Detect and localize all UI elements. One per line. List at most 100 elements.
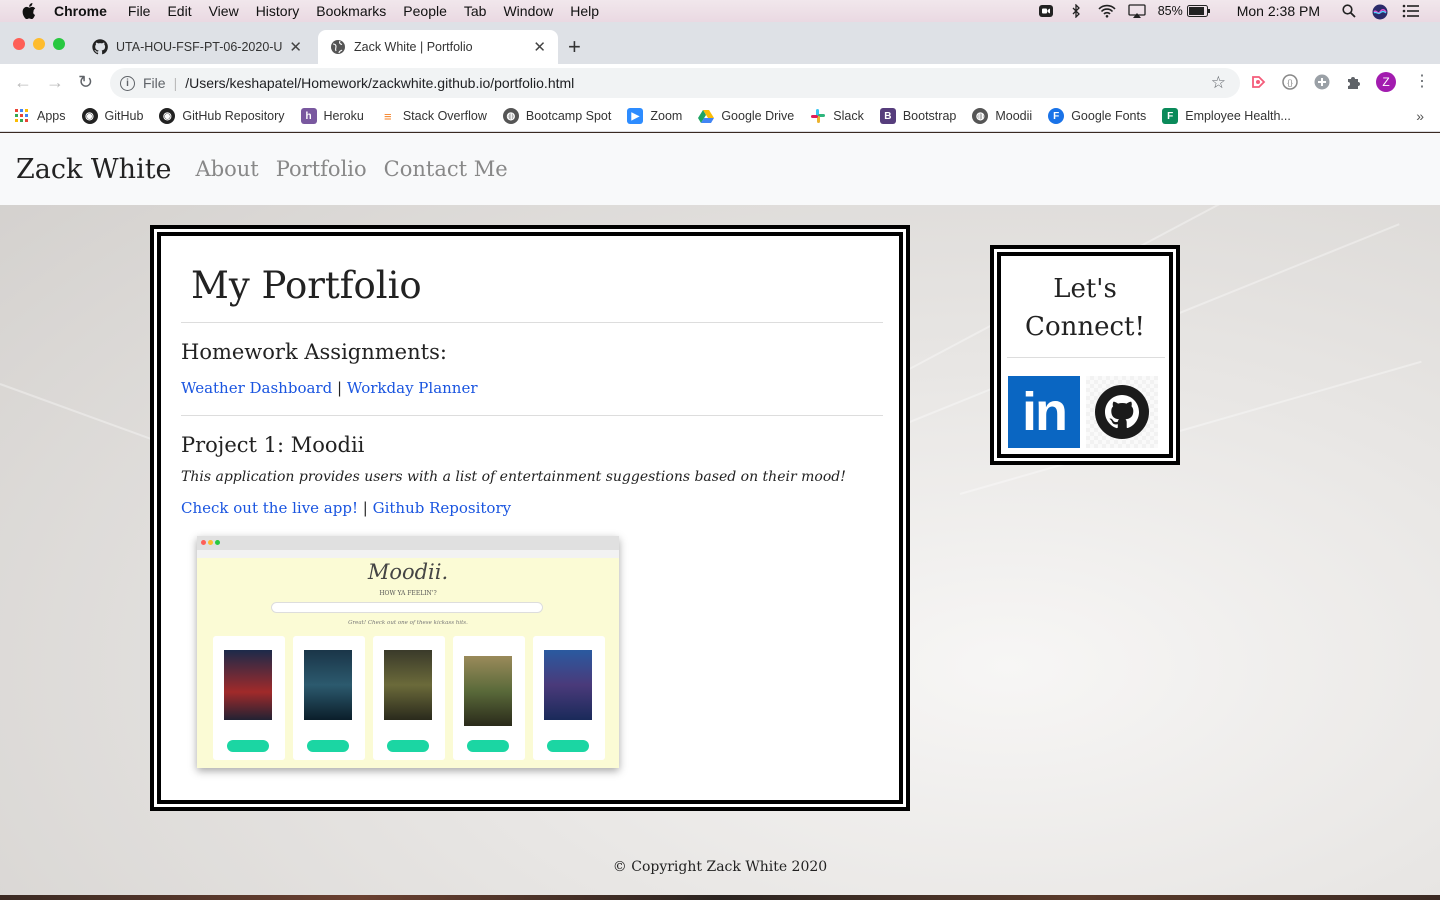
- movie-poster: [304, 650, 352, 720]
- bookmark-bootstrap[interactable]: B Bootstrap: [879, 108, 956, 124]
- globe-icon: [330, 39, 346, 55]
- tab-active[interactable]: Zack White | Portfolio ✕: [318, 30, 558, 64]
- bookmark-employee-health[interactable]: F Employee Health...: [1162, 108, 1291, 124]
- bookmark-moodii[interactable]: ◍ Moodii: [972, 108, 1032, 124]
- bookmark-apps[interactable]: Apps: [14, 108, 66, 124]
- bookmark-label: Google Fonts: [1071, 109, 1147, 123]
- svg-text:{}: {}: [1287, 79, 1293, 88]
- chrome-menu-icon[interactable]: ⋮: [1414, 71, 1430, 91]
- connect-card: Let's Connect! in: [997, 252, 1173, 458]
- profile-avatar[interactable]: Z: [1376, 72, 1396, 92]
- bookmark-label: GitHub Repository: [182, 109, 285, 123]
- menu-history[interactable]: History: [256, 3, 300, 19]
- github-icon: [92, 39, 108, 55]
- extension-puzzle-grey-icon[interactable]: [1313, 73, 1331, 91]
- bookmark-zoom[interactable]: ▶ Zoom: [627, 108, 682, 124]
- divider: [181, 322, 883, 323]
- wifi-icon[interactable]: [1098, 4, 1116, 18]
- moodii-screenshot[interactable]: Moodii. HOW YA FEELIN'? Great! Check out…: [197, 536, 619, 768]
- window-close-button[interactable]: [13, 38, 25, 50]
- tab-close-icon[interactable]: ✕: [289, 38, 302, 56]
- linkedin-icon[interactable]: in: [1008, 376, 1080, 448]
- battery-percent: 85%: [1157, 4, 1183, 18]
- window-zoom-button[interactable]: [53, 38, 65, 50]
- bookmarks-bar: Apps ◉ GitHub ◉ GitHub Repository h Hero…: [0, 101, 1440, 132]
- battery-icon[interactable]: [1186, 4, 1211, 18]
- extension-circle-icon[interactable]: {}: [1281, 73, 1299, 91]
- movie-button: [307, 740, 349, 752]
- globe-icon: ◍: [972, 108, 989, 124]
- connect-title: Let's Connect!: [1025, 274, 1145, 342]
- window-minimize-button[interactable]: [33, 38, 45, 50]
- mood-selector: [271, 602, 543, 613]
- tab-inactive[interactable]: UTA-HOU-FSF-PT-06-2020-U ✕: [80, 30, 314, 64]
- new-tab-button[interactable]: +: [568, 34, 581, 60]
- menu-file[interactable]: File: [128, 3, 151, 19]
- menu-view[interactable]: View: [209, 3, 239, 19]
- bookmark-google-fonts[interactable]: F Google Fonts: [1048, 108, 1146, 124]
- movie-card: [213, 636, 285, 760]
- bookmark-heroku[interactable]: h Heroku: [300, 108, 364, 124]
- menu-people[interactable]: People: [403, 3, 447, 19]
- movie-poster: [464, 656, 512, 726]
- siri-icon[interactable]: [1372, 4, 1388, 20]
- bookmark-github-repository[interactable]: ◉ GitHub Repository: [159, 108, 285, 124]
- screenshot-browser-bar: [197, 536, 619, 550]
- menu-bookmarks[interactable]: Bookmarks: [316, 3, 386, 19]
- bookmark-label: Moodii: [995, 109, 1033, 123]
- github-octocat-icon: [1095, 385, 1149, 439]
- extension-cast-icon[interactable]: [1249, 73, 1267, 91]
- bookmark-github[interactable]: ◉ GitHub: [81, 108, 144, 124]
- divider: [1007, 357, 1165, 358]
- bookmark-label: GitHub: [104, 109, 144, 123]
- google-drive-icon: [698, 108, 715, 124]
- portfolio-card: My Portfolio Homework Assignments: Weath…: [157, 232, 903, 804]
- menubar-clock[interactable]: Mon 2:38 PM: [1237, 3, 1320, 19]
- reload-icon[interactable]: ↻: [78, 72, 93, 93]
- menu-edit[interactable]: Edit: [167, 3, 191, 19]
- address-url[interactable]: /Users/keshapatel/Homework/zackwhite.git…: [185, 75, 574, 91]
- bookmark-bootcamp-spot[interactable]: ◍ Bootcamp Spot: [502, 108, 612, 124]
- bookmark-star-icon[interactable]: ☆: [1211, 73, 1226, 93]
- workday-planner-link[interactable]: Workday Planner: [347, 379, 478, 397]
- bookmark-label: Bootcamp Spot: [525, 109, 612, 123]
- bluetooth-icon[interactable]: [1068, 3, 1084, 19]
- notification-center-icon[interactable]: [1402, 4, 1419, 18]
- menu-window[interactable]: Window: [503, 3, 553, 19]
- slack-icon: [810, 108, 826, 124]
- github-repository-link[interactable]: Github Repository: [373, 499, 512, 517]
- tab-close-icon[interactable]: ✕: [533, 38, 546, 56]
- site-brand[interactable]: Zack White: [16, 154, 172, 185]
- bookmark-label: Google Drive: [721, 109, 795, 123]
- apps-grid-icon: [14, 108, 30, 124]
- menu-tab[interactable]: Tab: [464, 3, 487, 19]
- nav-about[interactable]: About: [196, 157, 259, 181]
- bookmark-label: Apps: [37, 109, 66, 123]
- web-page: Zack White About Portfolio Contact Me My…: [0, 133, 1440, 895]
- nav-portfolio[interactable]: Portfolio: [276, 157, 367, 181]
- zoom-status-icon[interactable]: [1038, 4, 1054, 18]
- github-icon[interactable]: [1086, 376, 1158, 448]
- link-separator: |: [336, 379, 343, 397]
- site-info-icon[interactable]: i: [120, 75, 135, 91]
- weather-dashboard-link[interactable]: Weather Dashboard: [181, 379, 332, 397]
- extensions-puzzle-icon[interactable]: [1345, 73, 1363, 91]
- spotlight-search-icon[interactable]: [1342, 4, 1358, 18]
- bookmark-stack-overflow[interactable]: ≡ Stack Overflow: [380, 108, 487, 124]
- moodii-logo: Moodii.: [367, 560, 449, 584]
- bookmarks-overflow-icon[interactable]: »: [1416, 108, 1424, 124]
- live-app-link[interactable]: Check out the live app!: [181, 499, 358, 517]
- airplay-icon[interactable]: [1128, 4, 1146, 18]
- nav-contact-me[interactable]: Contact Me: [384, 157, 508, 181]
- menu-app-name[interactable]: Chrome: [54, 3, 107, 19]
- bookmark-slack[interactable]: Slack: [810, 108, 864, 124]
- bookmark-google-drive[interactable]: Google Drive: [698, 108, 794, 124]
- apple-logo-icon[interactable]: [20, 2, 38, 20]
- background-streak: [0, 383, 151, 440]
- back-arrow-icon[interactable]: ←: [14, 72, 32, 93]
- forward-arrow-icon[interactable]: →: [46, 72, 64, 93]
- bookmark-label: Stack Overflow: [402, 109, 487, 123]
- address-bar[interactable]: i File | /Users/keshapatel/Homework/zack…: [110, 68, 1240, 98]
- menu-help[interactable]: Help: [570, 3, 599, 19]
- menubar-status-area: 85% Mon 2:38 PM: [1038, 0, 1440, 22]
